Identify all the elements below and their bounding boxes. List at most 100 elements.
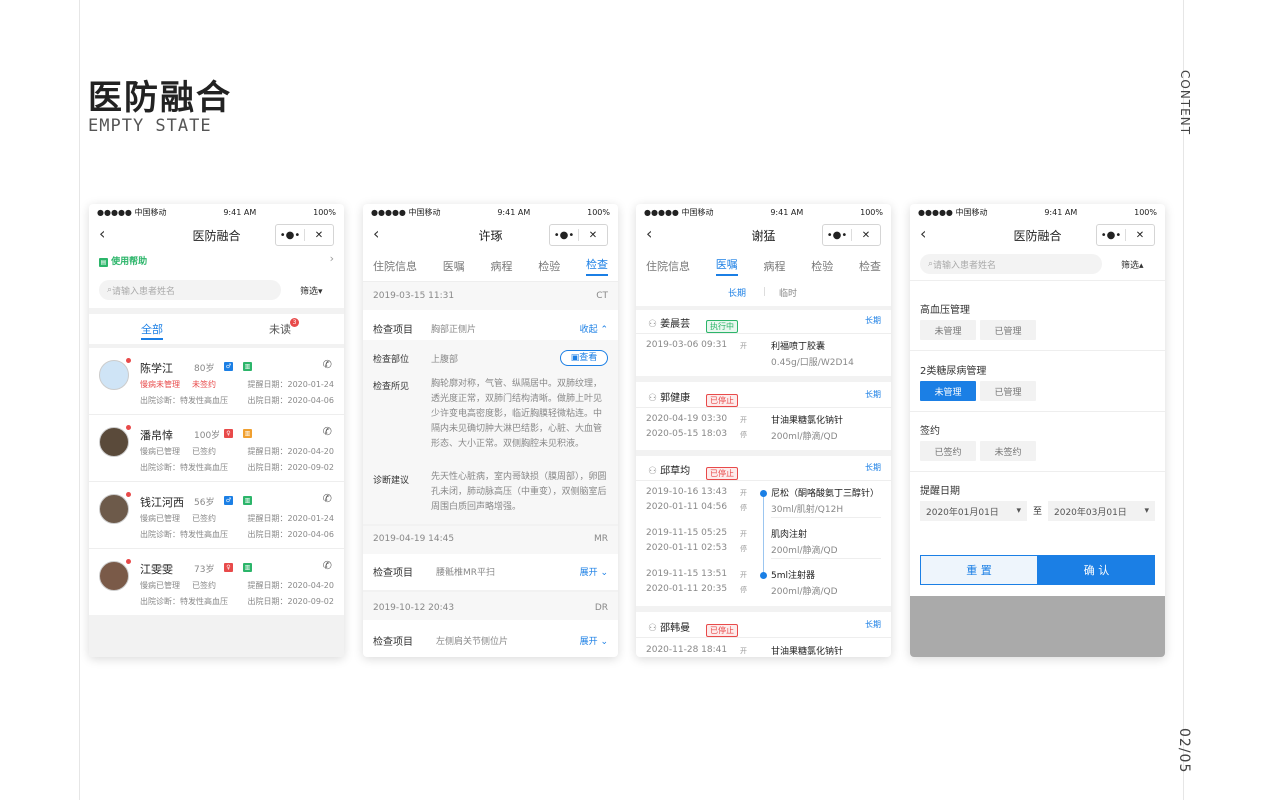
timeline-line: [763, 493, 764, 578]
tab-inpatient-info[interactable]: 住院信息: [373, 258, 417, 274]
stop-time: 2020-01-11 04:56: [646, 502, 728, 512]
patient-row[interactable]: 陈学江 80岁 ♂ ▥ ✆ 慢病未管理 未签约 提醒日期：2020-01-24 出院诊断：特发性…: [89, 348, 344, 415]
chevron-up-icon: ⌃: [600, 325, 608, 335]
patient-row[interactable]: 江雯雯 73岁 ♀ ▥ ✆ 慢病已管理 已签约 提醒日期：2020-04-20 出院诊断：特发性…: [89, 549, 344, 616]
patient-row[interactable]: 钱江河西 56岁 ♂ ▥ ✆ 慢病已管理 已签约 提醒日期：2020-01-24 出院诊断：特发…: [89, 482, 344, 549]
remind-date: 提醒日期：2020-04-20: [247, 581, 335, 590]
close-icon[interactable]: ✕: [1126, 230, 1154, 241]
more-icon[interactable]: •●•: [550, 230, 578, 241]
option-signed[interactable]: 已签约: [920, 441, 976, 461]
screen-filter-panel: ●●●●● 中国移动 9:41 AM 100% ‹ 医防融合 •●• ✕ ⌕ 请输入患…: [910, 204, 1165, 657]
tab-exam[interactable]: 检查: [586, 256, 608, 276]
back-icon[interactable]: ‹: [920, 224, 926, 243]
option-diabetes-unmanaged[interactable]: 未管理: [920, 381, 976, 401]
option-diabetes-managed[interactable]: 已管理: [980, 381, 1036, 401]
remind-date: 提醒日期：2020-04-20: [247, 447, 335, 456]
tab-orders[interactable]: 医嘱: [443, 258, 465, 274]
order-status-badge: 已停止: [706, 394, 738, 407]
search-input[interactable]: ⌕ 请输入患者姓名: [99, 280, 281, 300]
patient-row[interactable]: 潘帛悻 100岁 ♀ ▥ ✆ 慢病已管理 已签约 提醒日期：2020-04-20 出院诊断：特发…: [89, 415, 344, 482]
screen-medical-orders: ●●●●● 中国移动 9:41 AM 100% ‹ 谢猛 •●• ✕ 住院信息 医嘱 …: [636, 204, 891, 657]
tab-progress[interactable]: 病程: [764, 258, 786, 274]
tab-lab[interactable]: 检验: [538, 258, 560, 274]
close-icon[interactable]: ✕: [305, 230, 333, 241]
tab-inpatient-info[interactable]: 住院信息: [646, 258, 690, 274]
contract-status: 未签约: [192, 380, 216, 389]
start-time: 2019-11-15 13:51: [646, 569, 728, 579]
discharge-diagnosis: 出院诊断：特发性高血压: [140, 530, 228, 539]
item-label: 检查项目: [373, 568, 413, 579]
reset-button[interactable]: 重 置: [920, 555, 1038, 585]
view-button[interactable]: ▣查看: [560, 350, 608, 366]
expand-button[interactable]: 展开 ⌄: [580, 634, 608, 647]
confirm-button[interactable]: 确 认: [1038, 555, 1155, 585]
page-number: 02/05: [1176, 728, 1192, 774]
part-value: 上腹部: [431, 355, 459, 365]
tab-lab[interactable]: 检验: [811, 258, 833, 274]
search-input[interactable]: ⌕ 请输入患者姓名: [920, 254, 1102, 274]
more-icon[interactable]: •●•: [823, 230, 851, 241]
option-hypertension-unmanaged[interactable]: 未管理: [920, 320, 976, 340]
tab-unread[interactable]: 未读: [269, 321, 291, 337]
discharge-date: 出院日期：2020-09-02: [247, 597, 335, 606]
unread-count-badge: 3: [290, 318, 299, 327]
order-status-badge: 已停止: [706, 624, 738, 637]
drug-name: 肌肉注射: [771, 530, 808, 540]
phone-icon[interactable]: ✆: [323, 492, 332, 505]
tab-progress[interactable]: 病程: [491, 258, 513, 274]
close-icon[interactable]: ✕: [852, 230, 880, 241]
record-type: MR: [593, 534, 608, 544]
filter-button[interactable]: 筛选▾: [300, 284, 323, 297]
chronic-icon: ▥: [243, 362, 252, 371]
avatar: [99, 561, 129, 591]
drug-name: 甘油果糖氯化钠针: [771, 416, 844, 426]
tab-orders[interactable]: 医嘱: [715, 256, 738, 276]
more-icon[interactable]: •●•: [1097, 230, 1125, 241]
option-unsigned[interactable]: 未签约: [980, 441, 1036, 461]
option-hypertension-managed[interactable]: 已管理: [980, 320, 1036, 340]
findings-text: 胸轮廓对称，气管、纵隔居中。双肺纹理，透光度正常，双肺门结构清晰。做肺上叶见少许…: [431, 379, 603, 449]
expand-button[interactable]: 展开 ⌄: [580, 565, 608, 578]
subtab-long-term[interactable]: 长期: [728, 286, 746, 299]
overlay-mask[interactable]: [910, 596, 1165, 657]
discharge-date: 出院日期：2020-09-02: [247, 463, 335, 472]
date-from-select[interactable]: 2020年01月01日 ▾: [920, 501, 1027, 521]
filter-button[interactable]: 筛选▴: [1121, 258, 1144, 271]
advice-label: 诊断建议: [373, 476, 410, 486]
avatar: [99, 427, 129, 457]
back-icon[interactable]: ‹: [373, 224, 379, 243]
item-value: 腰骶椎MR平扫: [436, 568, 496, 578]
patient-name: 钱江河西: [140, 496, 184, 509]
unread-dot: [126, 425, 131, 430]
nav-title: 谢猛: [751, 228, 776, 243]
start-time-flag: 开: [740, 530, 747, 538]
person-icon: ⚇: [648, 623, 661, 634]
status-bar: ●●●●● 中国移动 9:41 AM 100%: [371, 207, 610, 217]
collapse-button[interactable]: 收起 ⌃: [580, 322, 608, 335]
phone-icon[interactable]: ✆: [323, 425, 332, 438]
help-link[interactable]: ▤ 使用帮助: [99, 254, 147, 267]
more-icon[interactable]: •●•: [276, 230, 304, 241]
drug-name: 甘油果糖氯化钠针: [771, 647, 844, 657]
discharge-diagnosis: 出院诊断：特发性高血压: [140, 396, 228, 405]
patient-age: 73岁: [194, 565, 215, 575]
close-icon[interactable]: ✕: [579, 230, 607, 241]
date-to-select[interactable]: 2020年03月01日 ▾: [1048, 501, 1155, 521]
nav-bar: ‹ 医防融合 •●• ✕: [910, 220, 1165, 250]
contract-status: 已签约: [192, 514, 216, 523]
advice-text: 先天性心脏病，室内哥缺损（膜周部），卵圆孔未闭，肺动脉高压（中重变），双侧脑室后…: [431, 472, 607, 512]
tab-exam[interactable]: 检查: [859, 258, 881, 274]
back-icon[interactable]: ‹: [99, 224, 105, 243]
contract-status: 已签约: [192, 447, 216, 456]
item-label: 检查项目: [373, 325, 413, 336]
order-kind: 长期: [865, 620, 881, 629]
chronic-icon: ▥: [243, 563, 252, 572]
drug-dose: 30ml/肌射/Q12H: [771, 505, 844, 515]
phone-icon[interactable]: ✆: [323, 559, 332, 572]
back-icon[interactable]: ‹: [646, 224, 652, 243]
subtab-temporary[interactable]: 临时: [779, 286, 797, 299]
item-label: 检查项目: [373, 637, 413, 648]
phone-icon[interactable]: ✆: [323, 358, 332, 371]
tab-all[interactable]: 全部: [141, 321, 163, 337]
record-date: 2019-10-12 20:43: [373, 603, 455, 613]
